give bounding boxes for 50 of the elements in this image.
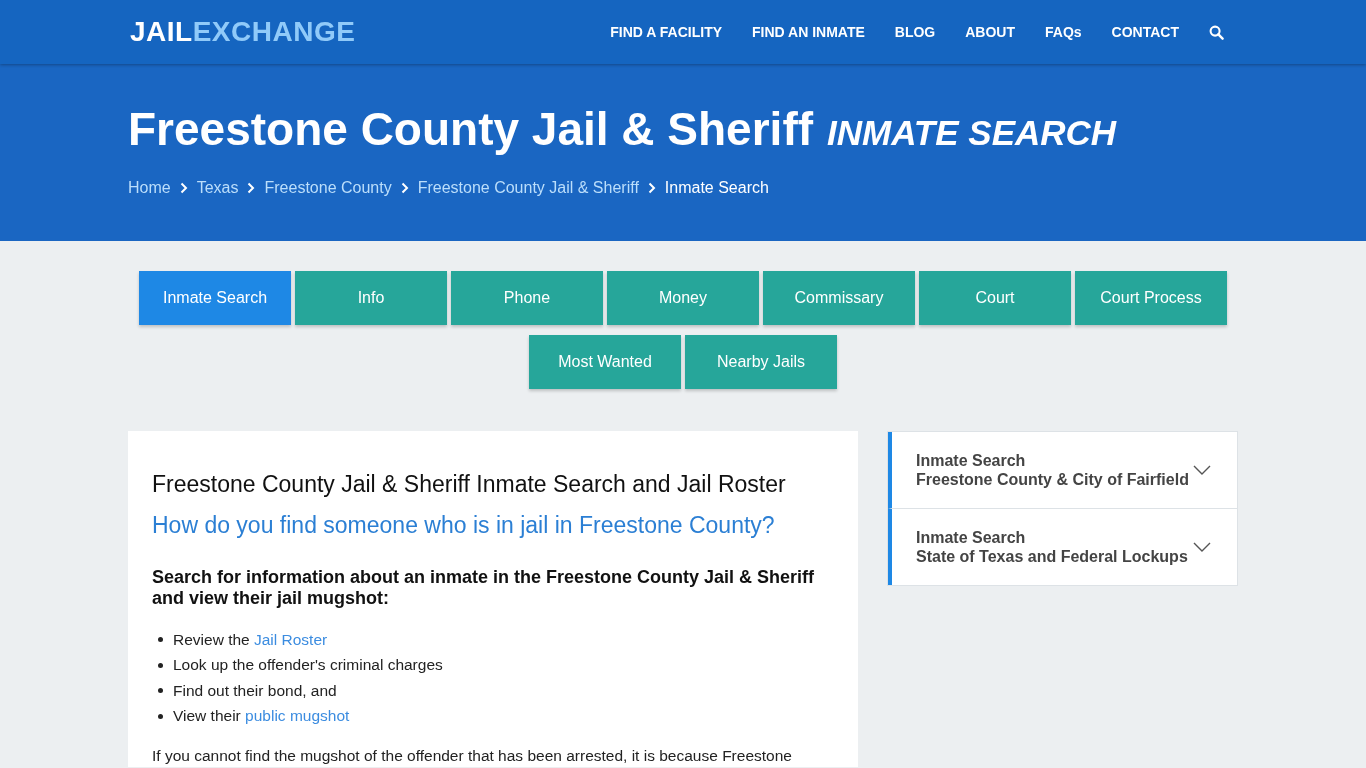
breadcrumb-link[interactable]: Freestone County Jail & Sheriff — [417, 179, 639, 197]
accordion-item[interactable]: Inmate Search Freestone County & City of Fairfield — [888, 432, 1237, 509]
list-item-text: Find out their bond, and — [173, 681, 337, 700]
nav-link[interactable]: FAQs — [1045, 24, 1082, 40]
nav-link[interactable]: CONTACT — [1111, 24, 1179, 40]
accordion-subtitle: Freestone County & City of Fairfield — [916, 470, 1189, 489]
nav-link[interactable]: ABOUT — [965, 24, 1015, 40]
accordion-title: Inmate Search — [916, 528, 1027, 547]
list-item-text: View their public mugshot — [173, 707, 350, 726]
logo[interactable]: JAILEXCHANGE — [130, 16, 356, 48]
chevron-icon — [400, 182, 409, 194]
accordion-item[interactable]: Inmate Search State of Texas and Federal Lockups — [888, 509, 1237, 585]
list-item-text: Review the Jail Roster — [173, 630, 328, 649]
bullet-icon — [158, 688, 163, 694]
search-icon[interactable] — [1209, 24, 1224, 40]
accordion-subtitle: State of Texas and Federal Lockups — [916, 547, 1188, 566]
tab[interactable]: Money — [607, 271, 759, 325]
breadcrumb-link[interactable]: Inmate Search — [664, 179, 769, 197]
text-link[interactable]: Jail Roster — [254, 630, 328, 648]
chevron-icon — [247, 182, 256, 194]
chevron-icon — [179, 182, 188, 194]
list-item-text: Look up the offender's criminal charges — [173, 656, 443, 675]
tab[interactable]: Court — [919, 271, 1071, 325]
article-question: How do you find someone who is in jail in Freestone County? — [152, 512, 776, 539]
tab[interactable]: Phone — [451, 271, 603, 325]
intro-text: Search for information about an inmate in the Freestone County Jail & Sheriff and view their jail mugshot: — [152, 567, 816, 609]
tab[interactable]: Nearby Jails — [685, 335, 837, 389]
chevron-icon — [647, 182, 656, 194]
nav-link[interactable]: BLOG — [894, 24, 936, 40]
breadcrumb-link[interactable]: Home — [128, 179, 171, 197]
breadcrumb-link[interactable]: Freestone County — [264, 179, 392, 197]
text-link[interactable]: public mugshot — [245, 707, 350, 725]
chevron-down-icon — [1193, 542, 1211, 552]
breadcrumb-link[interactable]: Texas — [196, 179, 239, 197]
bullet-icon — [158, 713, 163, 719]
nav-link[interactable]: FIND AN INMATE — [752, 24, 865, 40]
tab[interactable]: Info — [295, 271, 447, 325]
bullet-icon — [158, 637, 163, 643]
article-heading: Freestone County Jail & Sheriff Inmate Search and Jail Roster — [152, 471, 787, 498]
bullet-icon — [158, 662, 163, 668]
tab[interactable]: Inmate Search — [139, 271, 291, 325]
paragraph: If you cannot find the mugshot of the offender that has been arrested, it is because Freestone — [152, 747, 793, 765]
accordion-title: Inmate Search — [916, 451, 1027, 470]
chevron-down-icon — [1193, 465, 1211, 475]
tab[interactable]: Court Process — [1075, 271, 1227, 325]
tab[interactable]: Commissary — [763, 271, 915, 325]
page-title: Freestone County Jail & Sheriff — [128, 102, 813, 156]
nav-link[interactable]: FIND A FACILITY — [610, 24, 722, 40]
page-subtitle: INMATE SEARCH — [827, 113, 1117, 153]
tab[interactable]: Most Wanted — [529, 335, 681, 389]
